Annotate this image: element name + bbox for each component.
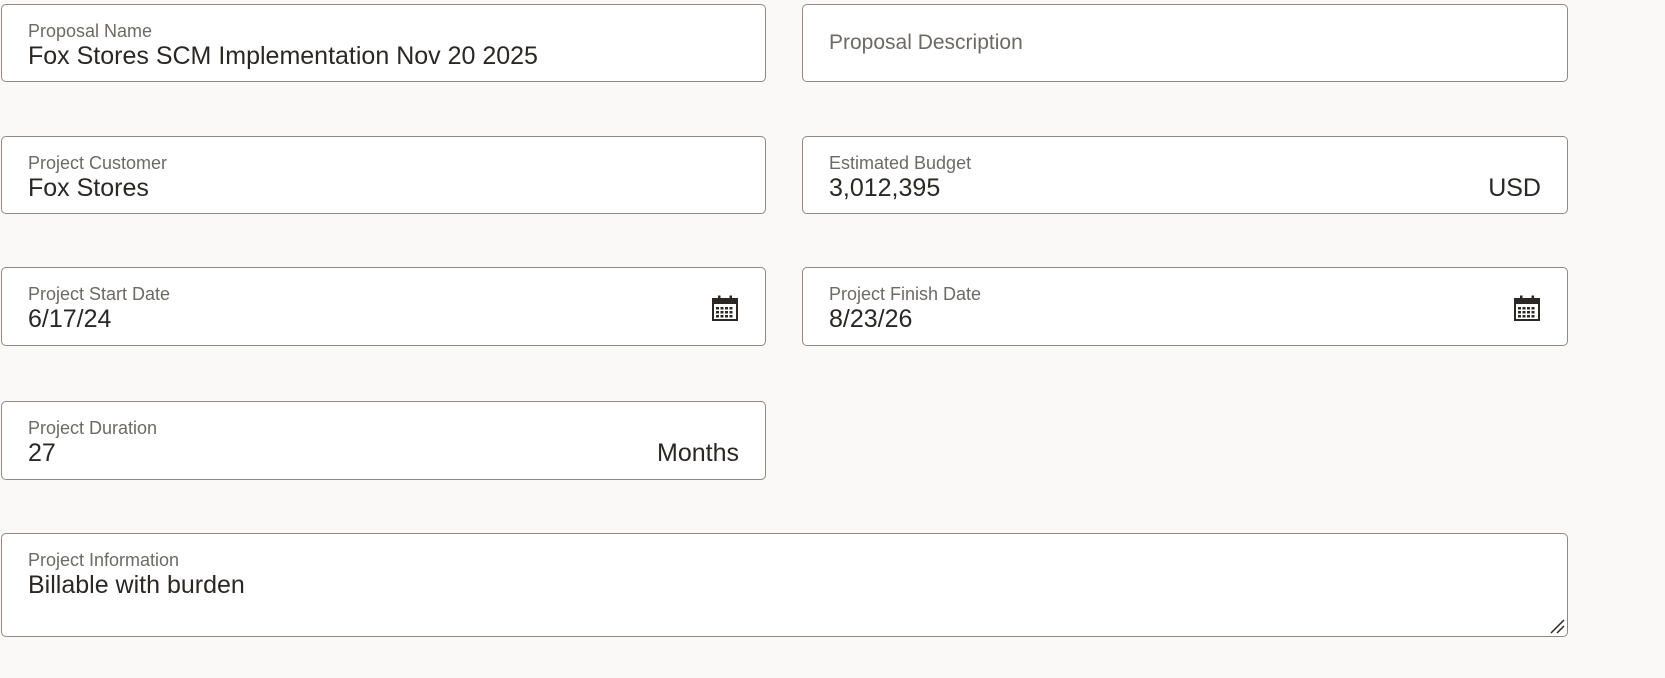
project-finish-date-value[interactable]: 8/23/26 [829,305,912,334]
calendar-icon[interactable] [1511,292,1543,324]
project-information-textarea[interactable]: Project Information Billable with burden [1,533,1568,637]
project-duration-value[interactable]: 27 [28,439,56,468]
calendar-icon[interactable] [709,292,741,324]
project-duration-field[interactable]: Project Duration 27 Months [1,401,766,480]
duration-unit: Months [657,439,739,467]
project-start-date-field[interactable]: Project Start Date 6/17/24 [1,267,766,346]
estimated-budget-field[interactable]: Estimated Budget 3,012,395 USD [802,136,1568,214]
project-information-label: Project Information [28,550,180,570]
estimated-budget-label: Estimated Budget [829,153,972,173]
estimated-budget-value[interactable]: 3,012,395 [829,174,940,203]
project-start-date-value[interactable]: 6/17/24 [28,305,111,334]
project-customer-field[interactable]: Project Customer Fox Stores [1,136,766,214]
proposal-name-value[interactable]: Fox Stores SCM Implementation Nov 20 202… [28,42,538,71]
project-duration-label: Project Duration [28,418,158,438]
proposal-description-placeholder[interactable]: Proposal Description [829,31,1023,55]
proposal-name-label: Proposal Name [28,21,153,41]
project-finish-date-label: Project Finish Date [829,284,982,304]
project-customer-value[interactable]: Fox Stores [28,174,149,203]
currency-code: USD [1488,174,1541,202]
project-customer-label: Project Customer [28,153,168,173]
resize-handle-icon[interactable] [1549,618,1565,634]
proposal-description-field[interactable]: Proposal Description [802,4,1568,82]
project-information-value[interactable]: Billable with burden [28,571,245,600]
project-finish-date-field[interactable]: Project Finish Date 8/23/26 [802,267,1568,346]
project-start-date-label: Project Start Date [28,284,171,304]
proposal-name-field[interactable]: Proposal Name Fox Stores SCM Implementat… [1,4,766,82]
